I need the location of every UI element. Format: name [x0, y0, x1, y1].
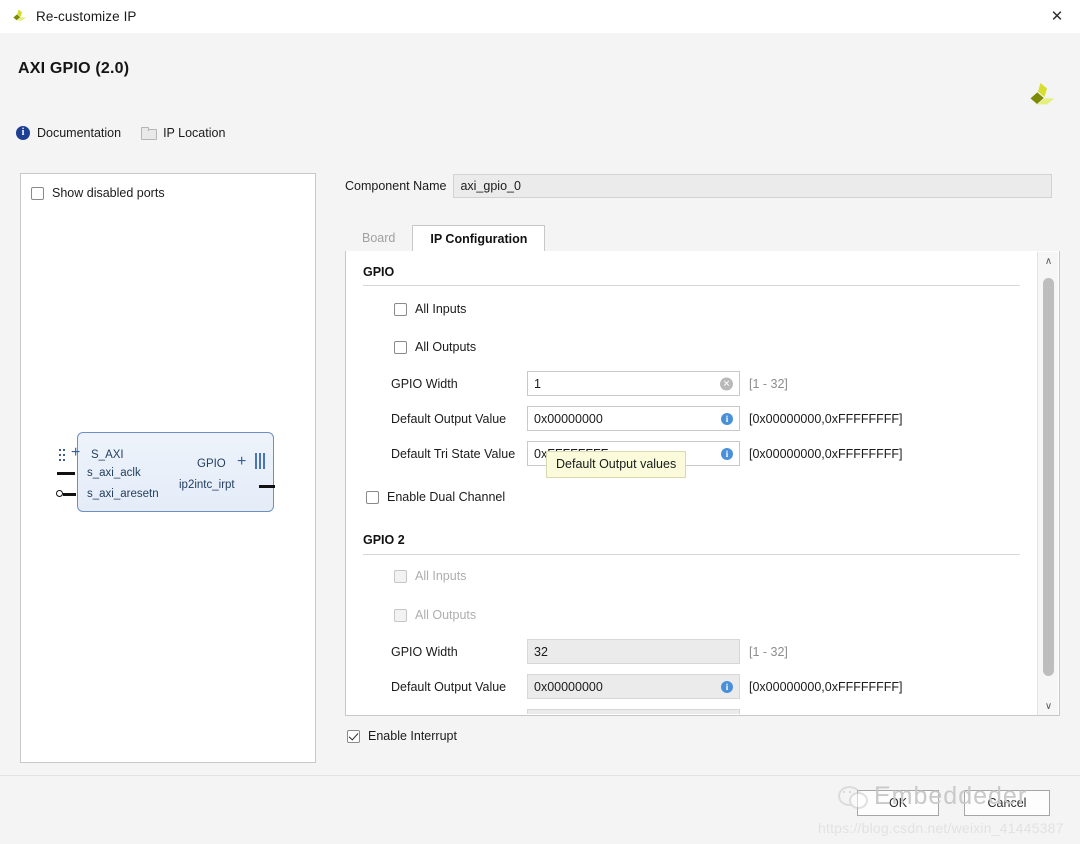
section-divider-gpio [363, 285, 1020, 286]
scroll-up-icon[interactable]: ∧ [1038, 252, 1059, 270]
gpio2-width-input[interactable]: 32 [527, 639, 740, 664]
info-icon[interactable]: i [721, 680, 733, 693]
tab-strip: Board IP Configuration [345, 223, 1060, 253]
gpio-width-label: GPIO Width [391, 376, 458, 391]
ip-configuration-panel: GPIO All Inputs All Outputs GPIO Width 1… [345, 251, 1060, 716]
show-disabled-ports-label: Show disabled ports [52, 186, 165, 200]
gpio2-default-tri-state-value-input-partial[interactable] [527, 709, 740, 714]
configuration-area: Component Name axi_gpio_0 Board IP Confi… [345, 173, 1060, 761]
gpio2-default-output-value: 0x00000000 [534, 679, 603, 694]
tooltip-default-output-values: Default Output values [546, 451, 687, 478]
tab-board[interactable]: Board [345, 224, 412, 252]
documentation-link-label: Documentation [37, 126, 122, 140]
gpio2-all-outputs-label: All Outputs [415, 608, 477, 622]
port-label-s-axi-aclk: s_axi_aclk [87, 467, 141, 479]
window-titlebar: Re-customize IP ✕ [0, 0, 1080, 34]
gpio2-all-inputs-label: All Inputs [415, 569, 467, 583]
page-title: AXI GPIO (2.0) [18, 60, 130, 77]
gpio2-width-label: GPIO Width [391, 644, 458, 659]
close-icon[interactable]: ✕ [1034, 0, 1080, 32]
section-title-gpio: GPIO [363, 265, 395, 279]
gpio-all-inputs-row[interactable]: All Inputs [394, 302, 466, 316]
s-axi-aresetn-pin-icon [63, 493, 76, 496]
component-name-input[interactable]: axi_gpio_0 [453, 174, 1052, 198]
s-axi-bus-connector-icon [59, 449, 66, 465]
component-name-label: Component Name [345, 179, 447, 193]
gpio2-default-output-value-label: Default Output Value [391, 679, 507, 694]
port-label-s-axi: S_AXI [91, 449, 124, 461]
cancel-button[interactable]: Cancel [964, 790, 1050, 816]
enable-interrupt-checkbox[interactable] [347, 729, 360, 743]
gpio-all-outputs-row[interactable]: All Outputs [394, 340, 476, 354]
gpio-expand-icon[interactable]: + [237, 454, 246, 470]
dialog-header: AXI GPIO (2.0) i Documentation IP Locati… [0, 33, 1080, 151]
gpio2-default-output-value-range: [0x00000000,0xFFFFFFFF] [749, 679, 903, 694]
configuration-scrollbar[interactable]: ∧ ∨ [1037, 252, 1058, 715]
gpio2-all-outputs-checkbox[interactable] [394, 608, 407, 622]
gpio-default-output-value-range: [0x00000000,0xFFFFFFFF] [749, 411, 903, 426]
gpio-width-range: [1 - 32] [749, 376, 788, 391]
gpio-all-inputs-checkbox[interactable] [394, 302, 407, 316]
gpio-width-value: 1 [534, 376, 541, 391]
documentation-link[interactable]: i Documentation [16, 126, 121, 140]
gpio2-all-inputs-checkbox[interactable] [394, 569, 407, 583]
gpio2-width-value: 32 [534, 644, 548, 659]
gpio-default-tri-state-value-label: Default Tri State Value [391, 446, 516, 461]
ports-diagram-panel: Show disabled ports + S_AXI s_axi_aclk s… [20, 173, 316, 763]
ip2intc-irpt-pin-icon [259, 485, 275, 488]
gpio-bus-connector-icon [255, 453, 265, 469]
port-label-ip2intc-irpt: ip2intc_irpt [179, 479, 235, 491]
dialog-body: Show disabled ports + S_AXI s_axi_aclk s… [0, 150, 1080, 775]
ip-block-diagram: + S_AXI s_axi_aclk s_axi_aresetn GPIO + … [49, 427, 294, 522]
header-links: i Documentation IP Location [16, 126, 225, 140]
info-icon[interactable]: i [721, 447, 733, 460]
show-disabled-ports-checkbox[interactable] [31, 186, 44, 200]
gpio-default-output-value: 0x00000000 [534, 411, 603, 426]
gpio-default-tri-state-value-range: [0x00000000,0xFFFFFFFF] [749, 446, 903, 461]
gpio-default-output-value-label: Default Output Value [391, 411, 507, 426]
component-name-row: Component Name axi_gpio_0 [345, 173, 1052, 199]
show-disabled-ports-row[interactable]: Show disabled ports [31, 186, 165, 200]
gpio-width-row: GPIO Width 1 ✕ [1 - 32] [391, 371, 788, 396]
s-axi-aclk-pin-icon [57, 472, 75, 475]
gpio2-all-outputs-row[interactable]: All Outputs [394, 608, 476, 622]
s-axi-expand-icon[interactable]: + [71, 445, 80, 461]
folder-icon [141, 127, 158, 140]
ip-location-link[interactable]: IP Location [141, 126, 225, 140]
info-icon[interactable]: i [721, 412, 733, 425]
gpio-all-inputs-label: All Inputs [415, 302, 467, 316]
gpio2-all-inputs-row[interactable]: All Inputs [394, 569, 466, 583]
xilinx-logo-icon [1024, 81, 1058, 115]
scrollbar-thumb[interactable] [1043, 278, 1054, 676]
gpio-width-input[interactable]: 1 ✕ [527, 371, 740, 396]
gpio2-default-output-value-row: Default Output Value 0x00000000 i [0x000… [391, 674, 903, 699]
gpio2-width-range: [1 - 32] [749, 644, 788, 659]
ok-button[interactable]: OK [857, 790, 939, 816]
gpio2-width-row: GPIO Width 32 [1 - 32] [391, 639, 788, 664]
enable-interrupt-label: Enable Interrupt [368, 729, 457, 743]
section-title-gpio-2: GPIO 2 [363, 533, 405, 547]
tab-ip-configuration[interactable]: IP Configuration [412, 225, 546, 253]
configuration-scroll-viewport: GPIO All Inputs All Outputs GPIO Width 1… [346, 251, 1038, 714]
xilinx-logo-icon [10, 8, 28, 26]
port-label-s-axi-aresetn: s_axi_aresetn [87, 488, 159, 500]
s-axi-aresetn-invert-icon [56, 490, 63, 497]
gpio-all-outputs-label: All Outputs [415, 340, 477, 354]
clear-icon[interactable]: ✕ [720, 377, 733, 390]
enable-dual-channel-checkbox[interactable] [366, 490, 379, 504]
ip-location-link-label: IP Location [163, 126, 226, 140]
port-label-gpio: GPIO [197, 458, 226, 470]
gpio-default-output-value-row: Default Output Value 0x00000000 i [0x000… [391, 406, 903, 431]
enable-dual-channel-row[interactable]: Enable Dual Channel [366, 490, 505, 504]
scroll-down-icon[interactable]: ∨ [1038, 697, 1059, 715]
gpio-all-outputs-checkbox[interactable] [394, 340, 407, 354]
info-icon: i [16, 126, 30, 140]
enable-dual-channel-label: Enable Dual Channel [387, 490, 506, 504]
dialog-footer: OK Cancel [0, 775, 1080, 844]
section-divider-gpio-2 [363, 554, 1020, 555]
gpio2-default-output-value-input[interactable]: 0x00000000 i [527, 674, 740, 699]
window-title: Re-customize IP [36, 9, 137, 24]
enable-interrupt-row[interactable]: Enable Interrupt [347, 729, 457, 743]
gpio-default-output-value-input[interactable]: 0x00000000 i [527, 406, 740, 431]
